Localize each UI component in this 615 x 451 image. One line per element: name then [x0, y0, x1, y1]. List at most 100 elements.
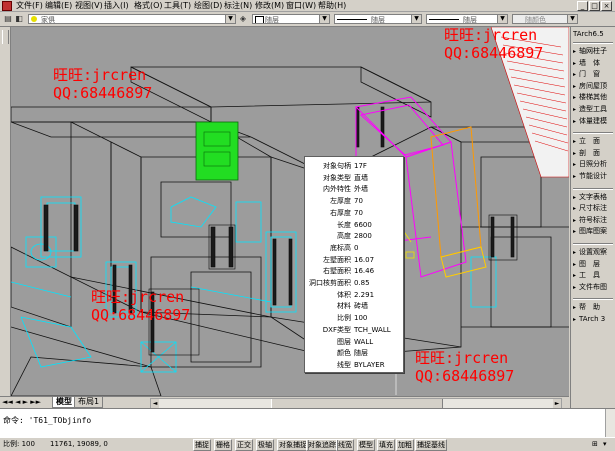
- watermark-name: 旺旺:jrcren: [444, 27, 538, 44]
- color-combo[interactable]: 随层 ▼: [252, 14, 330, 24]
- tarch-menu-item[interactable]: ▸ 帮 助: [573, 302, 615, 312]
- grip-icon: [2, 30, 9, 44]
- tarch-menu-item[interactable]: ▸ 房间屋顶: [573, 81, 615, 91]
- tab-model[interactable]: 模型: [52, 397, 76, 408]
- lineweight-toggle[interactable]: 线宽: [336, 439, 354, 451]
- ortho-toggle[interactable]: 正交: [235, 439, 253, 451]
- menu-bar: 文件(F) 编辑(E) 视图(V) 插入(I) 格式(O) 工具(T) 绘图(D…: [0, 0, 615, 12]
- app-icon[interactable]: [2, 1, 12, 11]
- tray-lock-icon[interactable]: ⊞: [592, 440, 600, 448]
- chevron-down-icon[interactable]: ▼: [225, 15, 235, 23]
- tarch-menu-label: 剖 面: [579, 148, 600, 157]
- info-row: 底标高 0: [305, 243, 403, 253]
- menu-draw[interactable]: 绘图(D): [194, 1, 222, 10]
- minimize-button[interactable]: _: [577, 1, 588, 11]
- layer-combo-value: 家俱: [41, 16, 55, 24]
- tarch-menu-item[interactable]: ▸ 工 具: [573, 270, 615, 280]
- tarch-menu-item[interactable]: ▸ 节能设计: [573, 171, 615, 181]
- fill-toggle[interactable]: 填充: [377, 439, 395, 451]
- tarch-menu-item[interactable]: ▸ 设置观察: [573, 247, 615, 257]
- make-current-layer-icon[interactable]: ◈: [238, 14, 248, 24]
- menu-tools[interactable]: 工具(T): [164, 1, 191, 10]
- command-prompt[interactable]: 命令: 'T61_TObjinfo: [3, 416, 91, 426]
- menu-view[interactable]: 视图(V): [75, 1, 103, 10]
- tarch-menu-item[interactable]: ▸ 楼梯其他: [573, 92, 615, 102]
- chevron-down-icon[interactable]: ▼: [411, 15, 421, 23]
- info-row: 左厚度 70: [305, 196, 403, 206]
- command-scrollbar[interactable]: [605, 409, 615, 437]
- tarch-menu-item[interactable]: ▸ 符号标注: [573, 215, 615, 225]
- bulb-icon: [31, 16, 37, 22]
- chevron-down-icon[interactable]: ▼: [319, 15, 329, 23]
- snap-toggle[interactable]: 捕捉: [193, 439, 211, 451]
- snap-baseline-toggle[interactable]: 捕捉基线: [415, 439, 447, 451]
- plotstyle-combo-value: 随颜色: [525, 16, 546, 24]
- scroll-thumb[interactable]: [271, 399, 443, 408]
- linetype-combo[interactable]: 随层 ▼: [334, 14, 422, 24]
- tarch-menu-label: 房间屋顶: [579, 81, 607, 90]
- menu-help[interactable]: 帮助(H): [318, 1, 346, 10]
- tray-settings-icon[interactable]: ▾: [603, 440, 611, 448]
- tarch-menu-item[interactable]: ▸ 立 面: [573, 136, 615, 146]
- tarch-menu-item[interactable]: ▸ 文字表格: [573, 192, 615, 202]
- tarch-menu-item[interactable]: ▸ 造型工具: [573, 104, 615, 114]
- lineweight-combo[interactable]: 随层 ▼: [426, 14, 508, 24]
- tarch-menu-label: 符号标注: [579, 215, 607, 224]
- bold-toggle[interactable]: 加粗: [396, 439, 414, 451]
- tarch-menu-item[interactable]: ▸ 日照分析: [573, 159, 615, 169]
- menu-window[interactable]: 窗口(W): [286, 1, 316, 10]
- tarch-menu-item[interactable]: ▸ 剖 面: [573, 148, 615, 158]
- tarch-menu-item[interactable]: ▸ 墙 体: [573, 58, 615, 68]
- grid-toggle[interactable]: 栅格: [214, 439, 232, 451]
- info-value: 100: [354, 314, 368, 323]
- menu-dimension[interactable]: 标注(N): [224, 1, 252, 10]
- tarch-menu-item[interactable]: ▸ 文件布图: [573, 282, 615, 292]
- menu-edit[interactable]: 编辑(E): [45, 1, 72, 10]
- watermark-name: 旺旺:jrcren: [415, 349, 509, 367]
- tarch-menu-label: 尺寸标注: [579, 204, 607, 213]
- tarch-menu-label: 图 层: [579, 259, 600, 268]
- menu-modify[interactable]: 修改(M): [255, 1, 284, 10]
- scroll-right-icon[interactable]: ►: [553, 399, 561, 408]
- info-value: TCH_WALL: [354, 325, 391, 334]
- tarch-menu-item[interactable]: ▸ 图 层: [573, 259, 615, 269]
- tarch-menu-label: 门 窗: [579, 70, 600, 79]
- info-row: 洞口核剪面积 0.85: [305, 278, 403, 288]
- tarch-menu-item[interactable]: ▸ 图库图案: [573, 226, 615, 236]
- otrack-toggle[interactable]: 对象追踪: [306, 439, 338, 451]
- drawing-viewport[interactable]: 旺旺:jrcren QQ:68446897 旺旺:jrcren QQ:68446…: [11, 27, 569, 396]
- tab-layout1[interactable]: 布局1: [74, 397, 104, 408]
- scroll-left-icon[interactable]: ◄: [151, 399, 159, 408]
- menu-format[interactable]: 格式(O): [134, 1, 163, 10]
- info-value: WALL: [354, 337, 374, 346]
- model-toggle[interactable]: 模型: [357, 439, 375, 451]
- coordinate-readout: 11761, 19089, 0: [50, 440, 108, 448]
- tarch-menu-item[interactable]: ▸ 轴网柱子: [573, 46, 615, 56]
- polar-toggle[interactable]: 极轴: [256, 439, 274, 451]
- tarch-menu-item[interactable]: ▸ 门 窗: [573, 69, 615, 79]
- tab-nav-arrows[interactable]: ◄◄ ◄ ► ►►: [2, 398, 41, 407]
- close-button[interactable]: ×: [601, 1, 612, 11]
- tarch-panel-title: TArch6.5: [573, 30, 604, 38]
- info-row: 长度 6600: [305, 220, 403, 230]
- tarch-menu-label: 体量建模: [579, 116, 607, 125]
- restore-button[interactable]: □: [589, 1, 600, 11]
- layer-combo[interactable]: 家俱 ▼: [28, 14, 236, 24]
- osnap-toggle[interactable]: 对象捕捉: [277, 439, 309, 451]
- info-key: 颜色: [337, 349, 351, 358]
- menu-insert[interactable]: 插入(I): [104, 1, 129, 10]
- tarch-menu-item[interactable]: ▸ 尺寸标注: [573, 203, 615, 213]
- info-value: 16.46: [354, 267, 375, 276]
- tarch-menu-item[interactable]: ▸ TArch 3: [573, 314, 615, 324]
- tarch-menu-item[interactable]: ▸ 体量建模: [573, 116, 615, 126]
- info-value: 70: [354, 197, 363, 206]
- layer-state-icon[interactable]: ◧: [14, 14, 24, 24]
- info-key: 材料: [337, 302, 351, 311]
- chevron-down-icon[interactable]: ▼: [497, 15, 507, 23]
- menu-file[interactable]: 文件(F): [16, 1, 43, 10]
- info-row: DXF类型 TCH_WALL: [305, 325, 403, 335]
- command-line[interactable]: 命令: 'T61_TObjinfo: [0, 408, 615, 438]
- layer-manager-icon[interactable]: ▤: [3, 14, 13, 24]
- plotstyle-combo[interactable]: 随颜色 ▼: [512, 14, 578, 24]
- chevron-down-icon[interactable]: ▼: [567, 15, 577, 23]
